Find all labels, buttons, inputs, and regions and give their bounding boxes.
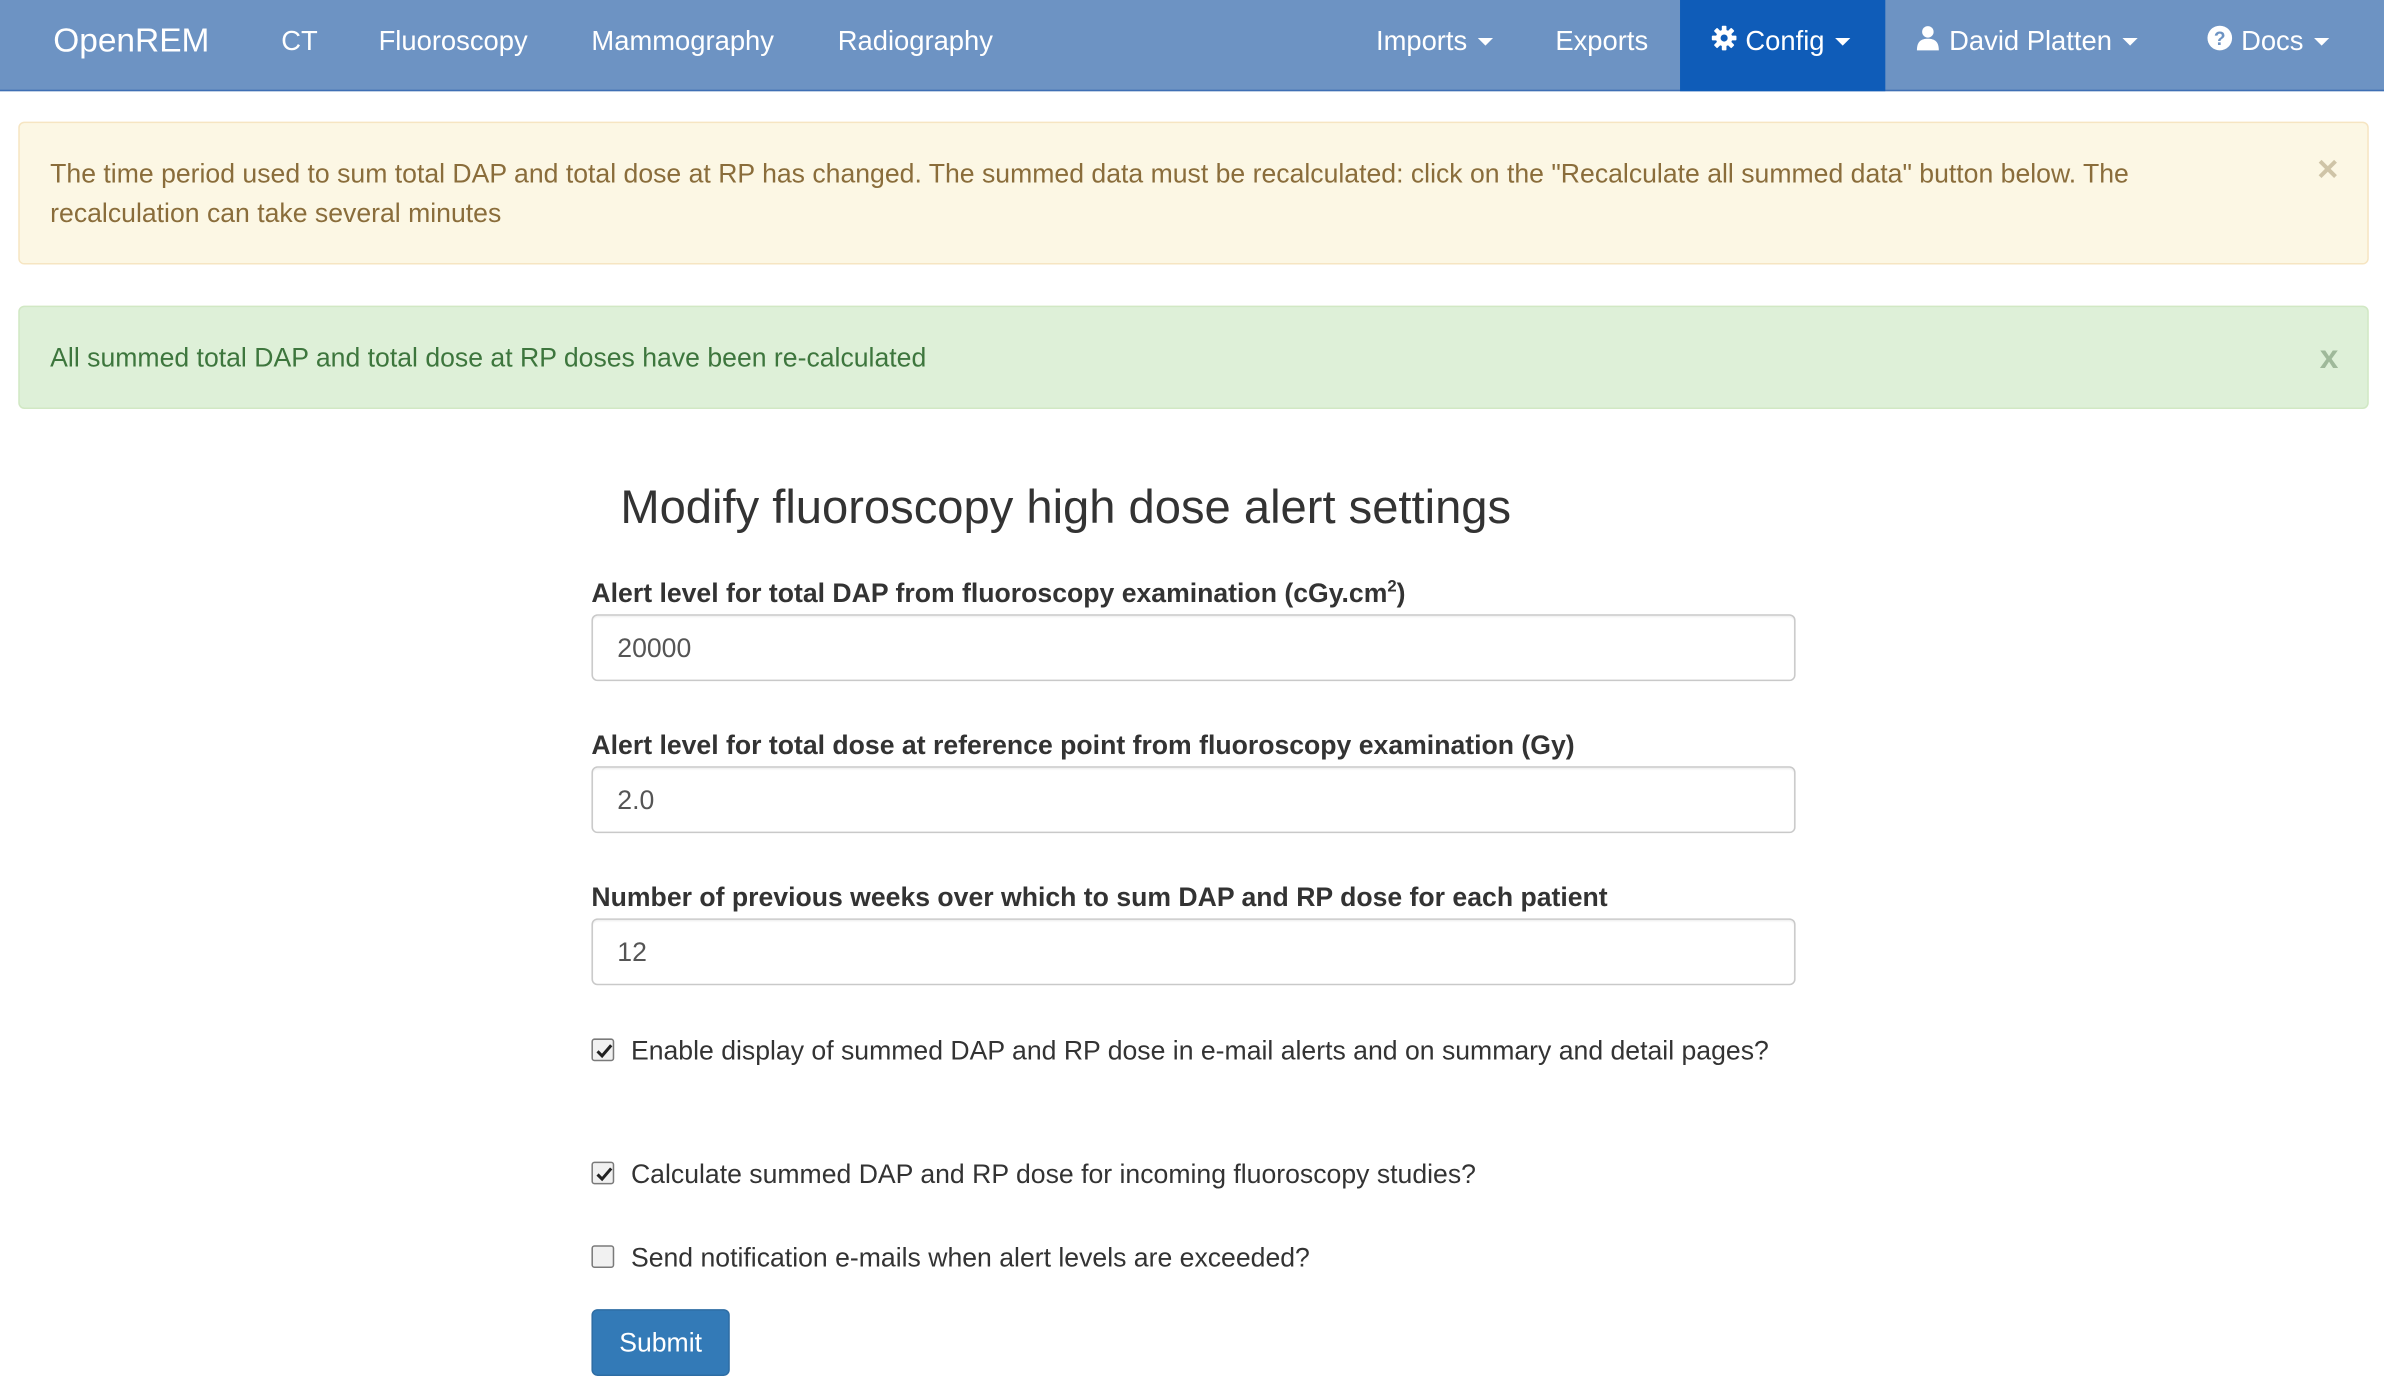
- dap-alert-label: Alert level for total DAP from fluorosco…: [591, 578, 1405, 610]
- nav-config-label: Config: [1745, 25, 1825, 57]
- nav-imports-dropdown[interactable]: Imports: [1375, 0, 1494, 91]
- brand-link[interactable]: OpenREM: [53, 0, 209, 91]
- page-title: Modify fluoroscopy high dose alert setti…: [620, 480, 1512, 534]
- nav-config-dropdown[interactable]: Config: [1680, 0, 1886, 92]
- question-circle-icon: ?: [2207, 26, 2233, 51]
- nav-radiography[interactable]: Radiography: [838, 0, 993, 91]
- dap-alert-field[interactable]: [591, 614, 1796, 682]
- calculate-summed-checkbox[interactable]: [591, 1161, 615, 1185]
- submit-button[interactable]: Submit: [591, 1309, 730, 1376]
- nav-user-dropdown[interactable]: David Platten: [1914, 0, 2138, 91]
- caret-down-icon: [1835, 37, 1851, 46]
- nav-mammography[interactable]: Mammography: [591, 0, 774, 91]
- weeks-field[interactable]: [591, 918, 1796, 986]
- nav-ct[interactable]: CT: [281, 0, 317, 91]
- rp-alert-field[interactable]: [591, 766, 1796, 834]
- warning-alert-text: The time period used to sum total DAP an…: [50, 158, 2129, 229]
- user-icon: [1916, 26, 1939, 51]
- nav-user-label: David Platten: [1949, 25, 2112, 57]
- dap-label-text: Alert level for total DAP from fluorosco…: [591, 577, 1388, 609]
- dap-alert-input[interactable]: [617, 616, 1795, 681]
- caret-down-icon: [2122, 37, 2138, 46]
- calculate-summed-option: Calculate summed DAP and RP dose for inc…: [591, 1154, 1795, 1194]
- recalculated-success-alert: All summed total DAP and total dose at R…: [18, 305, 2369, 409]
- nav-docs-label: Docs: [2241, 25, 2304, 57]
- enable-display-option: Enable display of summed DAP and RP dose…: [591, 1031, 1795, 1071]
- nav-docs-dropdown[interactable]: ? Docs: [2206, 0, 2330, 91]
- send-email-option: Send notification e-mails when alert lev…: [591, 1238, 1795, 1278]
- success-alert-text: All summed total DAP and total dose at R…: [50, 342, 927, 373]
- send-email-checkbox[interactable]: [591, 1245, 615, 1269]
- gear-icon: [1711, 26, 1737, 51]
- nav-exports[interactable]: Exports: [1555, 0, 1648, 91]
- checkmark-icon: [596, 1044, 613, 1059]
- top-navbar: OpenREM CT Fluoroscopy Mammography Radio…: [0, 0, 2384, 92]
- nav-fluoroscopy[interactable]: Fluoroscopy: [379, 0, 528, 91]
- caret-down-icon: [2314, 37, 2330, 46]
- dap-label-superscript: 2: [1387, 578, 1397, 597]
- send-email-label: Send notification e-mails when alert lev…: [630, 1242, 1310, 1273]
- success-close-icon[interactable]: x: [2320, 338, 2339, 378]
- rp-alert-input[interactable]: [617, 768, 1795, 833]
- enable-display-label: Enable display of summed DAP and RP dose…: [630, 1035, 1769, 1066]
- checkmark-icon: [596, 1167, 613, 1182]
- weeks-input[interactable]: [617, 920, 1795, 985]
- recalculate-warning-alert: The time period used to sum total DAP an…: [18, 121, 2369, 265]
- nav-imports-label: Imports: [1375, 25, 1468, 57]
- rp-alert-label: Alert level for total dose at reference …: [591, 729, 1575, 761]
- caret-down-icon: [1477, 37, 1494, 46]
- warning-close-icon[interactable]: ×: [2317, 149, 2338, 192]
- dap-label-end: ): [1396, 577, 1406, 609]
- enable-display-checkbox[interactable]: [591, 1038, 615, 1062]
- svg-text:?: ?: [2214, 29, 2226, 50]
- weeks-label: Number of previous weeks over which to s…: [591, 881, 1608, 913]
- calculate-summed-label: Calculate summed DAP and RP dose for inc…: [630, 1158, 1476, 1189]
